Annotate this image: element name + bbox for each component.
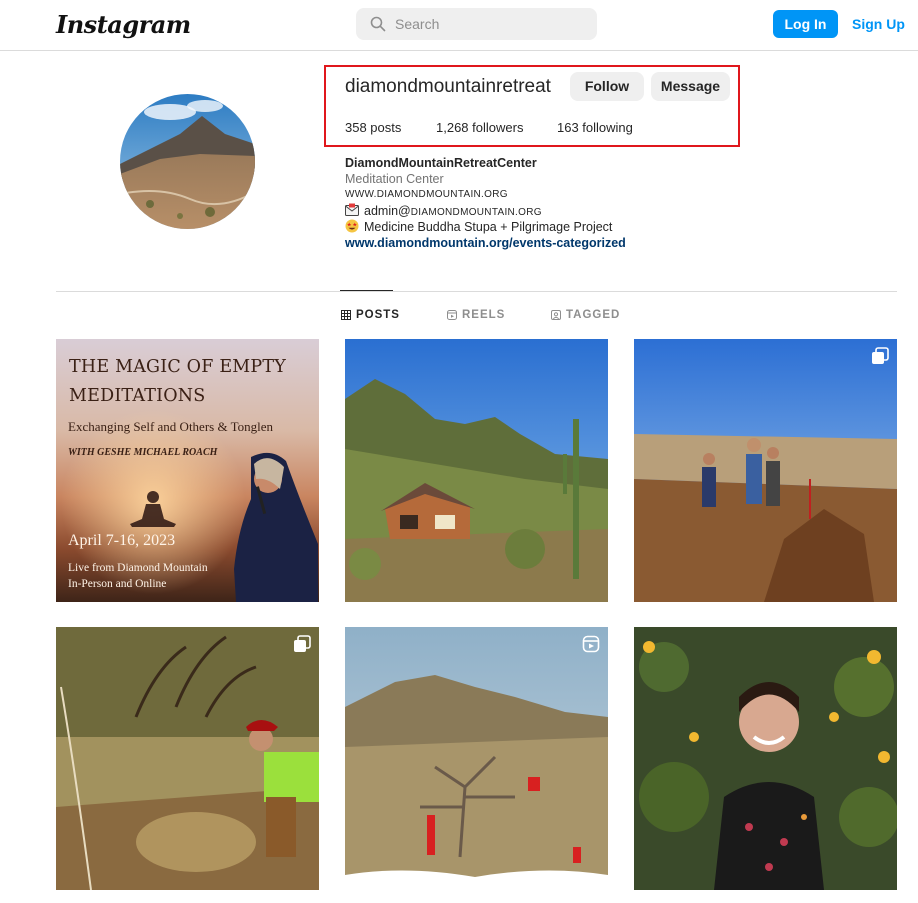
search-box[interactable] (356, 8, 597, 40)
post-tile-2[interactable] (345, 339, 608, 602)
profile-avatar[interactable] (120, 94, 255, 229)
bio-project-text: Medicine Buddha Stupa + Pilgrimage Proje… (364, 220, 613, 234)
post-tile-5[interactable] (345, 627, 608, 890)
display-name: DiamondMountainRetreatCenter (345, 156, 537, 170)
post-tile-3[interactable] (634, 339, 897, 602)
bio-email-prefix: admin@ (364, 204, 411, 218)
tab-reels[interactable]: REELS (447, 309, 505, 321)
post-image (56, 627, 319, 890)
carousel-icon (872, 347, 889, 364)
tab-tagged[interactable]: TAGGED (551, 309, 620, 321)
profile-bio: DiamondMountainRetreatCenter Meditation … (345, 155, 626, 251)
bio-website-text: WWW.DIAMONDMOUNTAIN.ORG (345, 189, 508, 200)
message-button[interactable]: Message (651, 72, 730, 101)
profile-category: Meditation Center (345, 172, 444, 186)
profile-username: diamondmountainretreat (345, 76, 551, 97)
signup-link[interactable]: Sign Up (852, 16, 905, 32)
login-button[interactable]: Log In (773, 10, 838, 38)
post-image (634, 627, 897, 890)
reels-icon (447, 310, 457, 320)
posts-count: 358 posts (345, 120, 402, 135)
tab-posts[interactable]: POSTS (341, 309, 400, 321)
bio-project-line: Medicine Buddha Stupa + Pilgrimage Proje… (345, 219, 626, 235)
post-image (345, 627, 608, 890)
post-tile-1[interactable]: THE MAGIC OF EMPTY MEDITATIONS Exchangin… (56, 339, 319, 602)
carousel-icon (294, 635, 311, 652)
search-icon (370, 16, 386, 32)
following-link[interactable]: 163 following (557, 120, 633, 135)
avatar-image (120, 94, 255, 229)
tab-posts-label: POSTS (356, 309, 400, 321)
post-tile-4[interactable] (56, 627, 319, 890)
instagram-logo[interactable]: Instagram (56, 10, 191, 39)
external-website-link[interactable]: www.diamondmountain.org/events-categoriz… (345, 236, 626, 250)
post-image (345, 339, 608, 602)
star-struck-emoji-icon (345, 219, 359, 233)
tab-reels-label: REELS (462, 309, 506, 321)
post-image (56, 339, 319, 602)
follow-button[interactable]: Follow (570, 72, 644, 101)
bio-email-line: admin@DIAMONDMOUNTAIN.ORG (345, 203, 626, 219)
post-tile-6[interactable] (634, 627, 897, 890)
grid-icon (341, 310, 351, 320)
reel-icon (582, 635, 600, 653)
bio-email-domain: DIAMONDMOUNTAIN.ORG (410, 207, 542, 218)
envelope-icon (345, 203, 359, 216)
tab-tagged-label: TAGGED (566, 309, 621, 321)
search-input[interactable] (395, 8, 585, 40)
followers-link[interactable]: 1,268 followers (436, 120, 523, 135)
post-image (634, 339, 897, 602)
tagged-icon (551, 310, 561, 320)
tabs-divider (56, 291, 897, 292)
active-tab-indicator (340, 290, 393, 291)
top-navigation-bar: Instagram Log In Sign Up (0, 0, 918, 51)
